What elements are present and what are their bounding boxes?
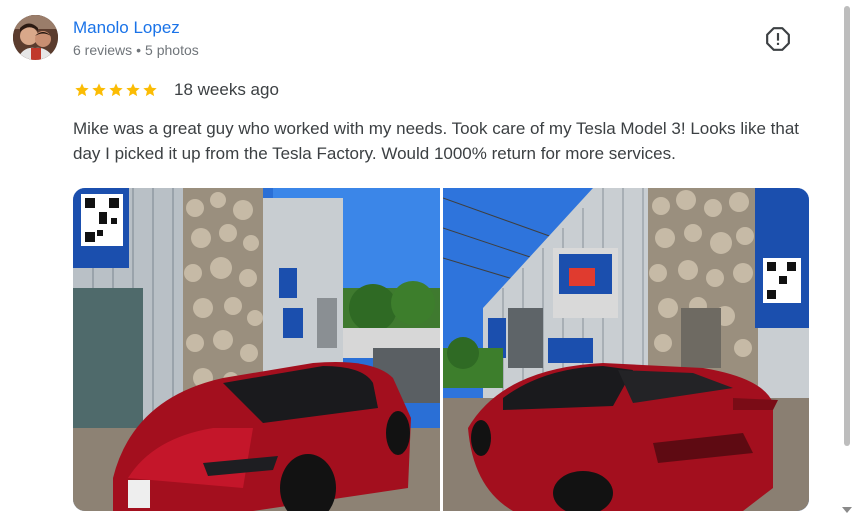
report-review-button[interactable] [763, 26, 793, 56]
meta-separator: • [136, 42, 142, 58]
star-icon [92, 83, 106, 97]
scrollbar[interactable] [838, 0, 853, 516]
scroll-down-arrow-icon[interactable] [842, 507, 852, 513]
review-photos [73, 188, 809, 511]
review-photo-front-car[interactable] [73, 188, 440, 511]
scrollbar-thumb[interactable] [844, 6, 850, 446]
reviewer-name-link[interactable]: Manolo Lopez [73, 18, 180, 38]
star-icon [126, 83, 140, 97]
reviewer-meta: 6 reviews • 5 photos [73, 42, 199, 58]
star-rating [74, 82, 158, 98]
star-icon [109, 83, 123, 97]
star-icon [143, 83, 157, 97]
reviewer-photo-count: 5 photos [145, 42, 199, 58]
review-date: 18 weeks ago [174, 80, 279, 99]
report-icon [765, 26, 791, 57]
reviewer-avatar[interactable] [13, 15, 58, 60]
rating-row: 18 weeks ago [74, 80, 279, 100]
star-icon [75, 83, 89, 97]
review-photo-rear-car[interactable] [442, 188, 810, 511]
review-card: Manolo Lopez 6 reviews • 5 photos 18 weeks… [0, 0, 838, 516]
reviewer-review-count: 6 reviews [73, 42, 133, 58]
review-text: Mike was a great guy who worked with my … [73, 119, 799, 163]
